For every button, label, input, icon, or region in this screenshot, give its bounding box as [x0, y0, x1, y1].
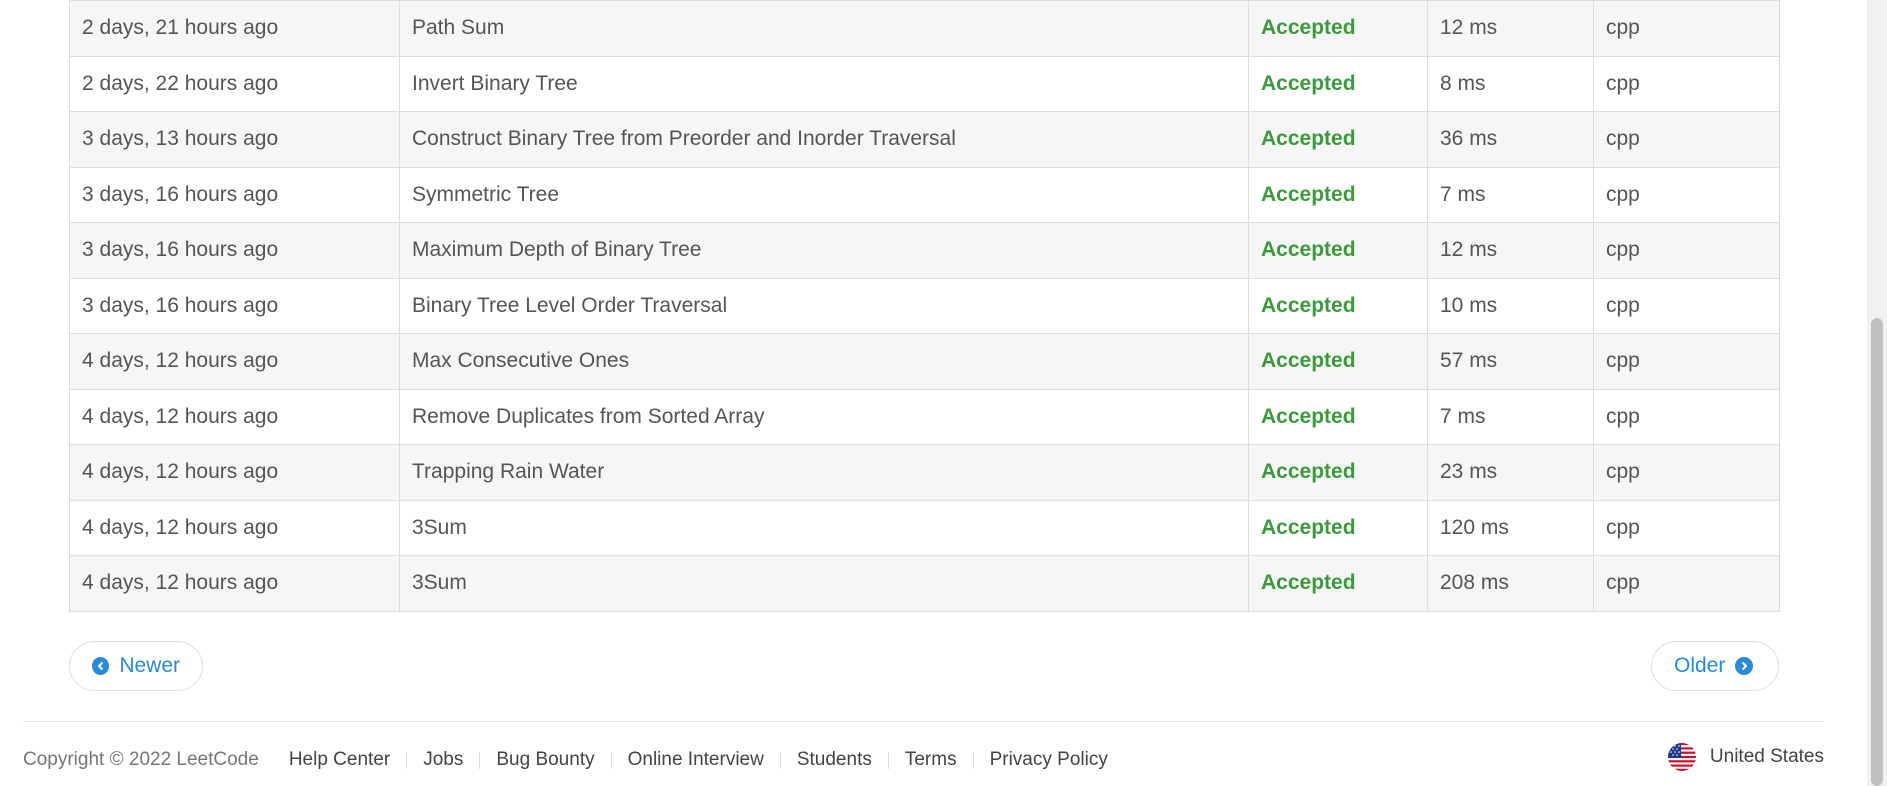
chevron-left-circle-icon	[92, 657, 110, 675]
table-row: 4 days, 12 hours ago Max Consecutive Ones…	[69, 333, 1780, 390]
footer-separator	[779, 751, 781, 769]
older-button[interactable]: Older	[1651, 641, 1779, 691]
table-row: 3 days, 16 hours ago Symmetric Tree Accept…	[69, 166, 1780, 223]
footer-link-privacy-policy[interactable]: Privacy Policy	[990, 749, 1108, 771]
submission-status-link[interactable]: Accepted	[1248, 499, 1428, 556]
submission-time: 2 days, 22 hours ago	[69, 55, 400, 112]
submission-time: 4 days, 12 hours ago	[69, 499, 400, 556]
footer-link-bug-bounty[interactable]: Bug Bounty	[496, 749, 594, 771]
submission-runtime: 12 ms	[1427, 222, 1594, 279]
submission-runtime: 23 ms	[1427, 444, 1594, 501]
footer-separator	[887, 751, 889, 769]
submissions-table-wrapper: 2 days, 21 hours ago Path Sum Accepted 12 m…	[69, 0, 1780, 612]
submission-question-link[interactable]: 3Sum	[399, 555, 1249, 612]
footer: Copyright © 2022 LeetCode Help Center Jo…	[23, 745, 1108, 775]
submission-runtime: 208 ms	[1427, 555, 1594, 612]
submission-time: 2 days, 21 hours ago	[69, 0, 400, 57]
submission-status-link[interactable]: Accepted	[1248, 277, 1428, 334]
submission-question-link[interactable]: Symmetric Tree	[399, 166, 1249, 223]
submission-question-link[interactable]: Maximum Depth of Binary Tree	[399, 222, 1249, 279]
submission-question-link[interactable]: Trapping Rain Water	[399, 444, 1249, 501]
footer-link-students[interactable]: Students	[797, 749, 872, 771]
submission-status-link[interactable]: Accepted	[1248, 55, 1428, 112]
submission-status-link[interactable]: Accepted	[1248, 333, 1428, 390]
submission-runtime: 7 ms	[1427, 166, 1594, 223]
table-row: 2 days, 22 hours ago Invert Binary Tree Ac…	[69, 55, 1780, 112]
submission-status-link[interactable]: Accepted	[1248, 444, 1428, 501]
table-row: 4 days, 12 hours ago 3Sum Accepted 120 ms cp…	[69, 499, 1780, 556]
footer-link-online-interview[interactable]: Online Interview	[628, 749, 764, 771]
footer-separator	[610, 751, 612, 769]
newer-label: Newer	[119, 654, 180, 677]
submission-language: cpp	[1593, 444, 1780, 501]
submission-runtime: 7 ms	[1427, 388, 1594, 445]
submission-language: cpp	[1593, 55, 1780, 112]
submissions-table-body: 2 days, 21 hours ago Path Sum Accepted 12 m…	[69, 0, 1780, 612]
submission-language: cpp	[1593, 111, 1780, 168]
copyright-text: Copyright © 2022 LeetCode	[23, 749, 259, 770]
submission-time: 3 days, 13 hours ago	[69, 111, 400, 168]
newer-button[interactable]: Newer	[69, 641, 203, 691]
submission-language: cpp	[1593, 0, 1780, 57]
submission-language: cpp	[1593, 222, 1780, 279]
scrollbar-thumb[interactable]	[1871, 318, 1883, 786]
submission-language: cpp	[1593, 555, 1780, 612]
submissions-page: 2 days, 21 hours ago Path Sum Accepted 12 m…	[0, 0, 1887, 786]
submission-question-link[interactable]: Remove Duplicates from Sorted Array	[399, 388, 1249, 445]
table-row: 4 days, 12 hours ago Remove Duplicates fr…	[69, 388, 1780, 445]
submission-language: cpp	[1593, 388, 1780, 445]
submission-question-link[interactable]: Construct Binary Tree from Preorder and …	[399, 111, 1249, 168]
older-label: Older	[1674, 654, 1726, 677]
submission-status-link[interactable]: Accepted	[1248, 388, 1428, 445]
submission-time: 4 days, 12 hours ago	[69, 444, 400, 501]
submission-runtime: 36 ms	[1427, 111, 1594, 168]
table-row: 2 days, 21 hours ago Path Sum Accepted 12 m…	[69, 0, 1780, 57]
chevron-right-circle-icon	[1735, 657, 1754, 675]
submissions-table: 2 days, 21 hours ago Path Sum Accepted 12 m…	[69, 0, 1780, 612]
submission-question-link[interactable]: Invert Binary Tree	[399, 55, 1249, 112]
submission-status-link[interactable]: Accepted	[1248, 0, 1428, 57]
footer-separator	[479, 751, 481, 769]
submission-language: cpp	[1593, 277, 1780, 334]
footer-divider	[23, 721, 1824, 722]
submission-status-link[interactable]: Accepted	[1248, 111, 1428, 168]
page-scrollbar[interactable]	[1867, 0, 1887, 786]
submission-status-link[interactable]: Accepted	[1248, 222, 1428, 279]
submission-question-link[interactable]: Max Consecutive Ones	[399, 333, 1249, 390]
submission-status-link[interactable]: Accepted	[1248, 555, 1428, 612]
submission-language: cpp	[1593, 166, 1780, 223]
footer-link-terms[interactable]: Terms	[905, 749, 957, 771]
us-flag-icon	[1667, 743, 1696, 771]
submission-language: cpp	[1593, 333, 1780, 390]
footer-separator	[406, 751, 408, 769]
table-row: 4 days, 12 hours ago 3Sum Accepted 208 ms cp…	[69, 555, 1780, 612]
submission-runtime: 120 ms	[1427, 499, 1594, 556]
footer-link-help-center[interactable]: Help Center	[289, 749, 390, 771]
submission-status-link[interactable]: Accepted	[1248, 166, 1428, 223]
footer-separator	[972, 751, 974, 769]
submission-time: 3 days, 16 hours ago	[69, 222, 400, 279]
submission-runtime: 8 ms	[1427, 55, 1594, 112]
submission-question-link[interactable]: 3Sum	[399, 499, 1249, 556]
footer-link-jobs[interactable]: Jobs	[423, 749, 463, 771]
submission-time: 4 days, 12 hours ago	[69, 388, 400, 445]
submission-runtime: 12 ms	[1427, 0, 1594, 57]
submission-runtime: 10 ms	[1427, 277, 1594, 334]
submission-language: cpp	[1593, 499, 1780, 556]
submission-runtime: 57 ms	[1427, 333, 1594, 390]
submission-time: 3 days, 16 hours ago	[69, 166, 400, 223]
region-label: United States	[1709, 746, 1824, 767]
submission-question-link[interactable]: Path Sum	[399, 0, 1249, 57]
region-selector[interactable]: United States	[1667, 743, 1824, 771]
submission-question-link[interactable]: Binary Tree Level Order Traversal	[399, 277, 1249, 334]
table-row: 4 days, 12 hours ago Trapping Rain Water A…	[69, 444, 1780, 501]
table-row: 3 days, 16 hours ago Maximum Depth of Bin…	[69, 222, 1780, 279]
table-row: 3 days, 16 hours ago Binary Tree Level Or…	[69, 277, 1780, 334]
submission-time: 3 days, 16 hours ago	[69, 277, 400, 334]
submission-time: 4 days, 12 hours ago	[69, 555, 400, 612]
submission-time: 4 days, 12 hours ago	[69, 333, 400, 390]
table-row: 3 days, 13 hours ago Construct Binary Tre…	[69, 111, 1780, 168]
